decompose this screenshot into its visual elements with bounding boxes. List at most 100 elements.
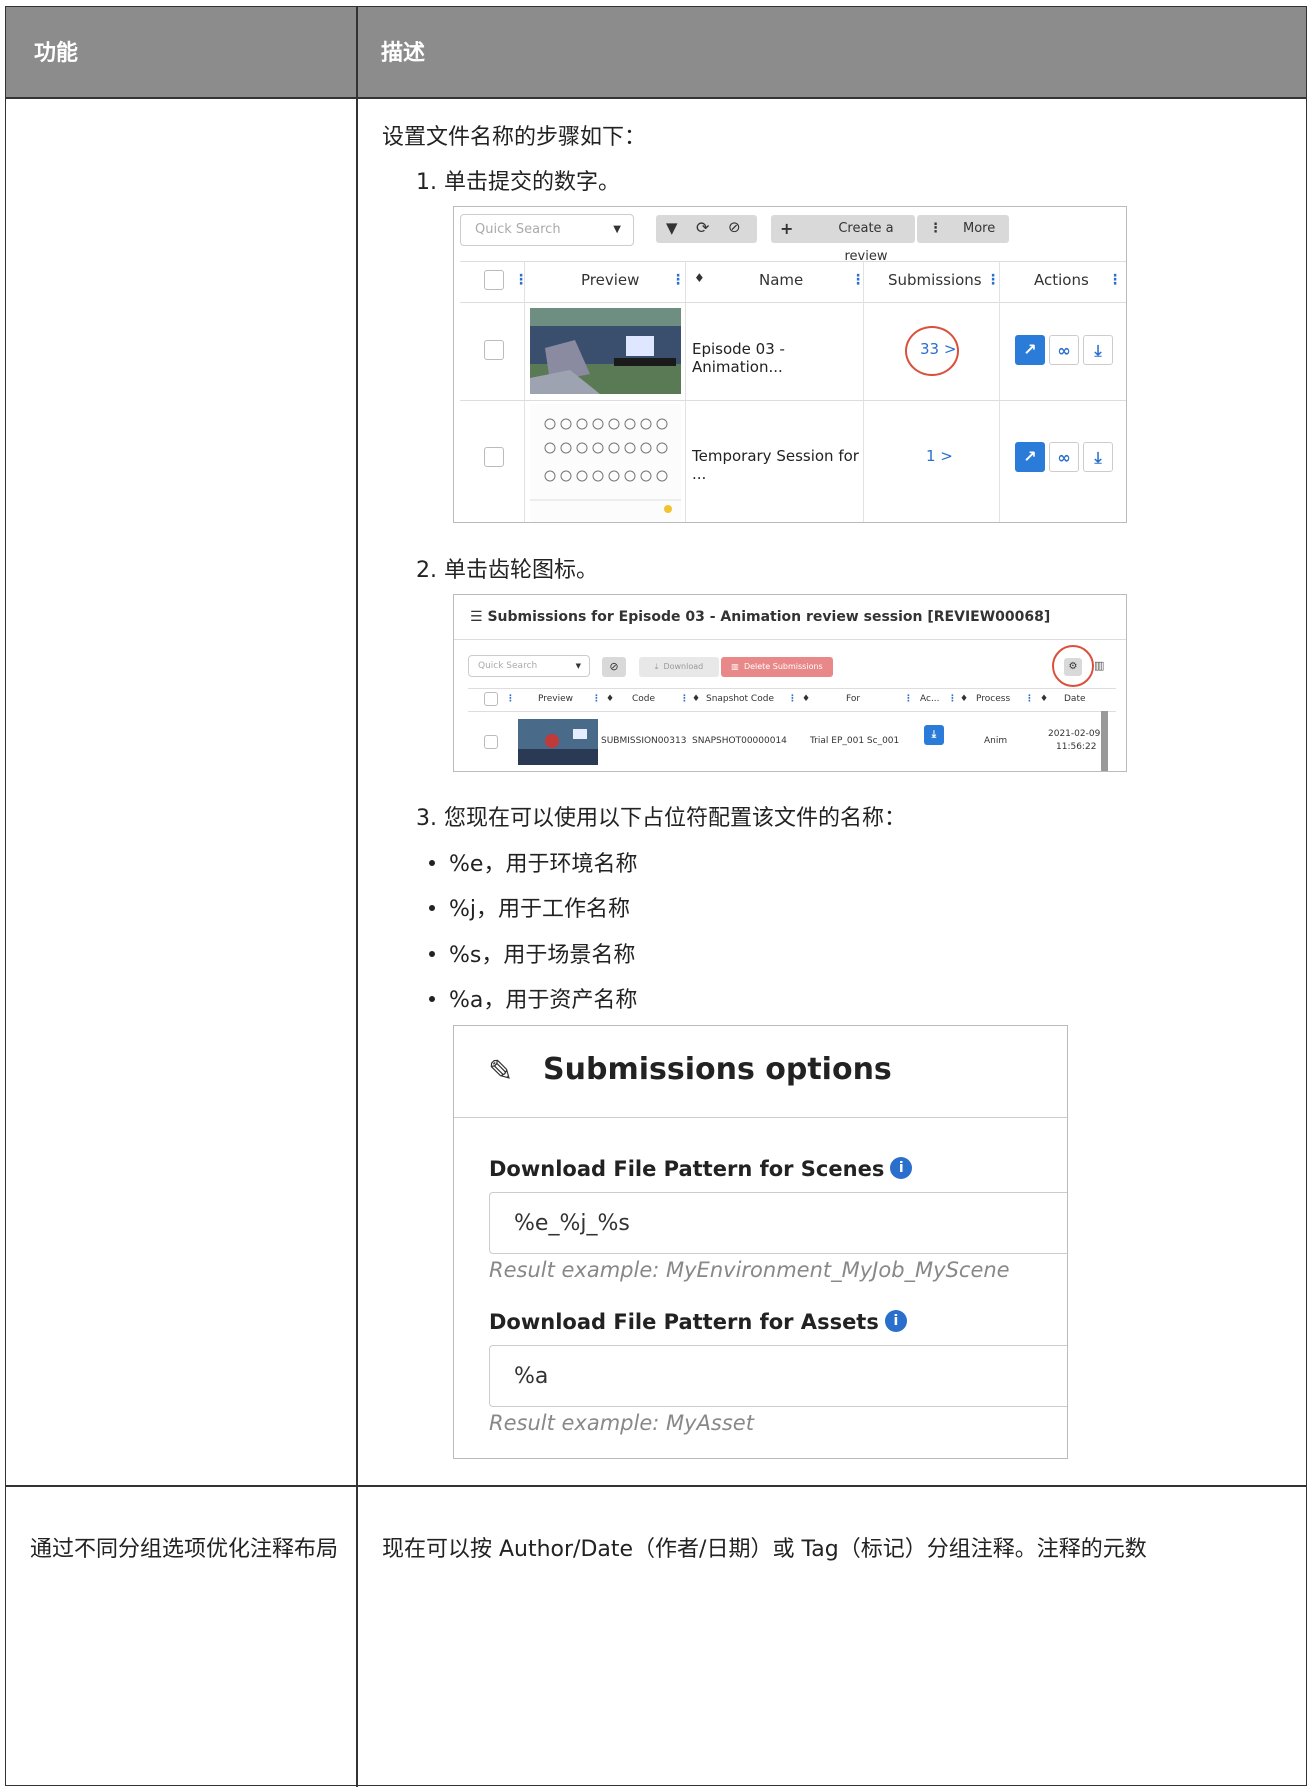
table-row[interactable]: Episode 03 - Animation... 33 > ↗ ∞ ⤓ xyxy=(460,302,1126,401)
submission-code: SUBMISSION00313 xyxy=(601,736,687,746)
search-input[interactable]: Quick Search ▼ xyxy=(460,214,634,246)
select-all-checkbox[interactable] xyxy=(484,692,498,706)
sort-icon[interactable]: ♦ xyxy=(694,271,705,285)
options-title: Submissions options xyxy=(543,1052,892,1087)
bullet-text: %s，用于场景名称 xyxy=(449,943,636,968)
col-submissions-label: Submissions xyxy=(888,271,982,289)
assets-label: Download File Pattern for Assets i xyxy=(489,1310,907,1334)
row-select-cell xyxy=(460,302,525,400)
name-cell: Temporary Session for ... xyxy=(686,401,864,522)
chevron-down-icon: ▼ xyxy=(575,662,581,670)
submissions-cell: 33 > xyxy=(864,302,1000,400)
download-icon[interactable]: ⤓ xyxy=(1083,442,1113,472)
screenshot-submissions-options: ✎ Submissions options Download File Patt… xyxy=(453,1025,1068,1459)
col-process-label[interactable]: Process xyxy=(976,694,1010,704)
select-all-checkbox[interactable] xyxy=(484,270,504,290)
table-header: 功能 描述 xyxy=(6,7,1306,99)
kebab-icon: ⋮ xyxy=(929,221,942,236)
trash-icon: ▥ xyxy=(731,662,739,671)
column-menu-icon[interactable]: ⋮ xyxy=(986,272,1000,288)
submissions-cell: 1 > xyxy=(864,401,1000,522)
row2-feature: 通过不同分组选项优化注释布局 xyxy=(30,1537,339,1562)
col-preview-label[interactable]: Preview xyxy=(538,694,573,704)
model-sheet-thumbnail[interactable] xyxy=(530,404,681,522)
table-head: ⋮ Preview ⋮ ♦ Code ⋮ ♦ Snapshot Code ⋮ ♦… xyxy=(468,688,1116,712)
submission-thumbnail[interactable] xyxy=(518,719,598,765)
column-menu-icon[interactable]: ⋮ xyxy=(851,272,865,288)
col-preview[interactable]: Preview ⋮ xyxy=(525,262,686,302)
date-value: 2021-02-09 xyxy=(1048,729,1101,739)
download-icon[interactable]: ⤓ xyxy=(924,725,944,745)
open-icon[interactable]: ↗ xyxy=(1015,335,1045,365)
col-date-label[interactable]: Date xyxy=(1064,694,1086,704)
assets-pattern-input[interactable]: %a xyxy=(489,1345,1067,1407)
col-submissions[interactable]: Submissions ⋮ xyxy=(864,262,1000,302)
assets-hint: Result example: MyAsset xyxy=(489,1411,754,1435)
columns-icon[interactable]: ▥ xyxy=(1094,659,1104,672)
bullet-item: %s，用于场景名称 xyxy=(429,937,635,969)
search-placeholder: Quick Search xyxy=(478,661,538,671)
scenes-label-text: Download File Pattern for Scenes xyxy=(489,1157,885,1181)
column-menu-icon[interactable]: ⋮ xyxy=(1108,272,1122,288)
link-icon[interactable]: ∞ xyxy=(1049,335,1079,365)
refresh-icon[interactable]: ⟳ xyxy=(696,218,709,237)
panel-divider xyxy=(454,639,1126,640)
assets-label-text: Download File Pattern for Assets xyxy=(489,1310,879,1334)
bullet-text: %e，用于环境名称 xyxy=(449,852,638,877)
plus-icon: + xyxy=(780,219,794,238)
scenes-pattern-input[interactable]: %e_%j_%s xyxy=(489,1192,1067,1254)
download-icon[interactable]: ⤓ xyxy=(1083,335,1113,365)
time-value: 11:56:22 xyxy=(1056,742,1097,752)
row-checkbox[interactable] xyxy=(484,735,498,749)
row-checkbox[interactable] xyxy=(484,447,504,467)
submissions-count-link[interactable]: 1 > xyxy=(926,447,953,465)
review-name: Episode 03 - Animation... xyxy=(692,340,785,376)
download-label: Download xyxy=(663,662,704,671)
filter-icon[interactable]: ▼ xyxy=(666,219,678,237)
panel-title: ☰ Submissions for Episode 03 - Animation… xyxy=(470,609,1050,625)
scenes-label: Download File Pattern for Scenes i xyxy=(489,1157,913,1181)
download-button[interactable]: ⤓ Download xyxy=(639,657,719,677)
link-icon[interactable]: ∞ xyxy=(1049,442,1079,472)
highlight-circle xyxy=(905,326,959,376)
scenes-hint: Result example: MyEnvironment_MyJob_MySc… xyxy=(489,1258,1010,1282)
clear-icon[interactable]: ⊘ xyxy=(728,218,741,236)
search-placeholder: Quick Search xyxy=(475,222,561,237)
delete-submissions-button[interactable]: ▥ Delete Submissions xyxy=(721,657,833,677)
episode-thumbnail[interactable] xyxy=(530,308,681,394)
table-row[interactable]: SUBMISSION00313 SNAPSHOT00000014 Trial E… xyxy=(468,711,1116,771)
column-menu-icon[interactable]: ⋮ xyxy=(671,272,685,288)
table-row[interactable]: Temporary Session for ... 1 > ↗ ∞ ⤓ xyxy=(460,401,1126,522)
col-actions[interactable]: Actions ⋮ xyxy=(1000,262,1126,302)
step-1: 1. 单击提交的数字。 xyxy=(416,170,620,195)
clear-filter-button[interactable]: ⊘ xyxy=(602,657,626,677)
bullet-item: %j，用于工作名称 xyxy=(429,891,630,923)
intro-text: 设置文件名称的步骤如下： xyxy=(382,125,647,150)
actions-cell: ↗ ∞ ⤓ xyxy=(1000,401,1126,522)
process-value: Anim xyxy=(984,736,1008,746)
create-review-button[interactable]: + Create a review xyxy=(771,215,915,264)
open-icon[interactable]: ↗ xyxy=(1015,442,1045,472)
doc-table: 功能 描述 设置文件名称的步骤如下： 1. 单击提交的数字。 Quick Sea… xyxy=(5,6,1307,1787)
col-name[interactable]: ♦ Name ⋮ xyxy=(686,262,865,302)
more-button[interactable]: ⋮ More xyxy=(917,215,1009,243)
row-select-cell xyxy=(460,401,525,522)
review-name: Temporary Session for ... xyxy=(692,447,859,483)
col-snapshot-label[interactable]: Snapshot Code xyxy=(706,694,774,704)
info-icon[interactable]: i xyxy=(890,1157,913,1179)
col-code-label[interactable]: Code xyxy=(632,694,655,704)
row-checkbox[interactable] xyxy=(484,340,504,360)
info-icon[interactable]: i xyxy=(884,1310,907,1332)
select-all-cell: ⋮ xyxy=(460,262,528,302)
sort-icon[interactable]: ♦ xyxy=(606,694,614,704)
bullet-item: %e，用于环境名称 xyxy=(429,846,637,878)
panel-title-text: Submissions for Episode 03 - Animation r… xyxy=(487,609,1051,625)
filter-toolbar: ▼ ⟳ ⊘ xyxy=(656,215,757,243)
preview-cell xyxy=(525,302,686,400)
col-actions-label[interactable]: Ac... xyxy=(920,694,940,704)
scrollbar[interactable] xyxy=(1101,711,1108,771)
col-preview-label: Preview xyxy=(581,271,640,289)
options-divider xyxy=(454,1117,1067,1118)
search-input[interactable]: Quick Search ▼ xyxy=(468,655,590,677)
col-for-label[interactable]: For xyxy=(846,694,860,704)
